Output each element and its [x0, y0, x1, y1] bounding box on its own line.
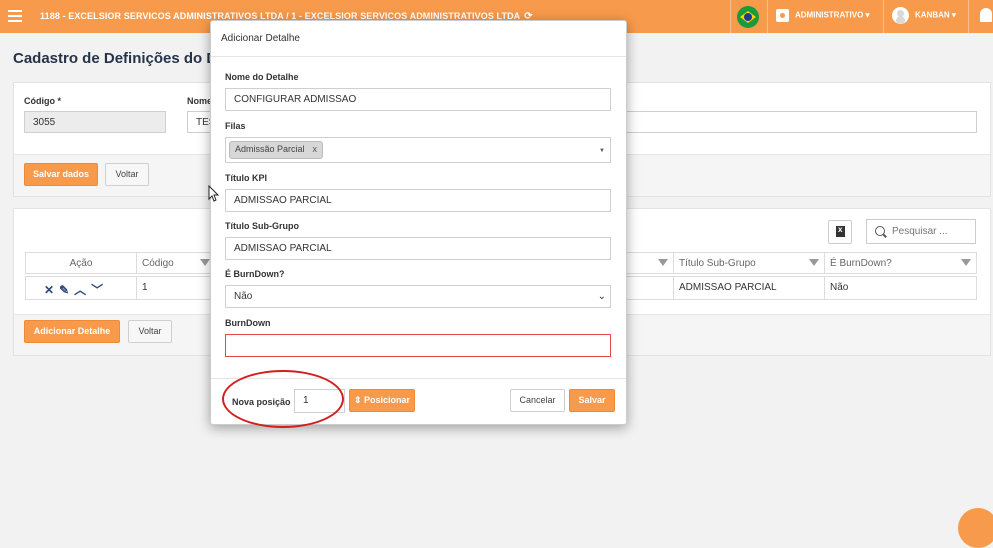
divider	[767, 0, 768, 33]
divider	[968, 0, 969, 33]
profile-menu[interactable]: ADMINISTRATIVO ▾	[776, 9, 870, 22]
column-header-hidden	[620, 252, 674, 274]
filter-icon[interactable]	[809, 259, 819, 266]
column-header-acao[interactable]: Ação	[25, 252, 137, 274]
burndown-question-label: É BurnDown?	[225, 269, 285, 279]
filter-icon[interactable]	[658, 259, 668, 266]
burndown-select[interactable]: Não ⌄	[225, 285, 611, 308]
column-header-burndown[interactable]: É BurnDown?	[824, 252, 977, 274]
table-cell-burndown: Não	[824, 276, 977, 300]
filter-icon[interactable]	[200, 259, 210, 266]
burndown-select-value: Não	[234, 291, 253, 302]
modal-footer: Nova posição 1 ⇕ Posicionar Cancelar Sal…	[211, 378, 626, 424]
chevron-down-icon: ⌄	[597, 291, 606, 302]
avatar-icon	[892, 7, 909, 24]
back-button[interactable]: Voltar	[105, 163, 149, 186]
table-cell-hidden	[620, 276, 674, 300]
delete-icon[interactable]: ✕	[44, 283, 54, 297]
modal-header: Adicionar Detalhe	[211, 21, 626, 57]
table-cell-codigo: 1	[136, 276, 216, 300]
add-detail-modal: Adicionar Detalhe Nome do Detalhe CONFIG…	[210, 20, 627, 425]
move-down-icon[interactable]: ﹀	[91, 283, 103, 297]
brazil-flag-icon[interactable]	[737, 6, 759, 28]
move-up-icon[interactable]: ︿	[74, 283, 86, 297]
nome-label: Nome	[187, 96, 213, 106]
codigo-field: 3055	[24, 111, 166, 133]
search-input[interactable]	[890, 225, 974, 238]
titulo-sub-grupo-field[interactable]: ADMISSAO PARCIAL	[225, 237, 611, 260]
save-data-button[interactable]: Salvar dados	[24, 163, 98, 186]
add-detail-button[interactable]: Adicionar Detalhe	[24, 320, 120, 343]
grid-back-button[interactable]: Voltar	[128, 320, 172, 343]
excel-export-button[interactable]	[828, 220, 852, 244]
profile-icon	[776, 9, 789, 22]
column-header-codigo[interactable]: Código	[136, 252, 216, 274]
divider	[730, 0, 731, 33]
hamburger-menu-icon[interactable]	[8, 10, 22, 22]
page-title: Cadastro de Definições do Das	[13, 50, 234, 67]
modal-title: Adicionar Detalhe	[221, 33, 300, 44]
divider	[883, 0, 884, 33]
search-icon	[875, 226, 885, 236]
nome-detalhe-label: Nome do Detalhe	[225, 72, 299, 82]
cancel-button[interactable]: Cancelar	[510, 389, 565, 412]
remove-tag-icon[interactable]: x	[313, 144, 318, 154]
burndown-label: BurnDown	[225, 318, 271, 328]
titulo-sub-grupo-label: Título Sub-Grupo	[225, 221, 299, 231]
grid-search[interactable]	[866, 219, 976, 244]
mouse-cursor-icon	[208, 185, 220, 202]
bell-icon[interactable]	[980, 8, 992, 22]
nova-posicao-field[interactable]: 1	[294, 389, 345, 413]
user-menu[interactable]: KANBAN ▾	[892, 7, 956, 24]
nova-posicao-label: Nova posição	[232, 397, 291, 407]
filas-label: Filas	[225, 121, 246, 131]
excel-icon	[836, 225, 845, 237]
column-header-titulo-sub-grupo[interactable]: Título Sub-Grupo	[673, 252, 825, 274]
titulo-kpi-field[interactable]: ADMISSAO PARCIAL	[225, 189, 611, 212]
save-button[interactable]: Salvar	[569, 389, 615, 412]
filas-tag: Admissão Parcial x	[229, 141, 324, 159]
nome-detalhe-field[interactable]: CONFIGURAR ADMISSAO	[225, 88, 611, 111]
posicionar-button[interactable]: ⇕ Posicionar	[349, 389, 415, 412]
dropdown-caret-icon: ▼	[599, 148, 605, 154]
titulo-kpi-label: Título KPI	[225, 173, 267, 183]
row-action-icons: ✕ ✎ ︿ ﹀	[44, 281, 108, 298]
floating-action-button[interactable]	[958, 508, 993, 548]
edit-icon[interactable]: ✎	[59, 283, 69, 297]
table-cell-titulo-sub-grupo: ADMISSAO PARCIAL	[673, 276, 825, 300]
burndown-field[interactable]	[225, 334, 611, 357]
filter-icon[interactable]	[961, 259, 971, 266]
codigo-label: Código *	[24, 96, 61, 106]
